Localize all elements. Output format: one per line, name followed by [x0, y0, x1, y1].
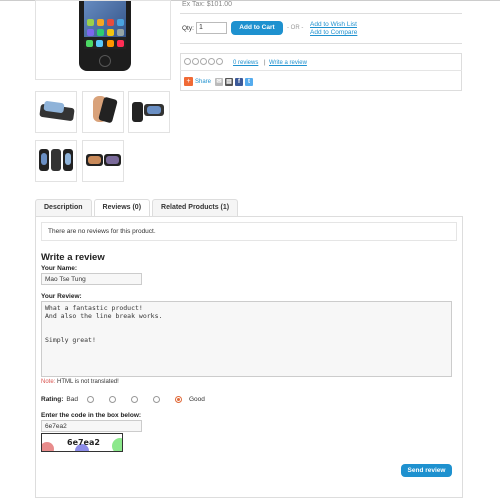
- thumbnail-4[interactable]: [35, 140, 77, 182]
- rating-radio-4[interactable]: [152, 396, 160, 403]
- rating-radio-5[interactable]: [174, 396, 182, 403]
- rating-radio-2[interactable]: [108, 396, 116, 403]
- reviews-count-link[interactable]: 0 reviews: [233, 60, 258, 66]
- write-review-heading: Write a review: [41, 252, 105, 263]
- rating-row: Rating: Bad Good: [41, 396, 205, 403]
- phone-image: [79, 1, 131, 71]
- tab-description[interactable]: Description: [35, 199, 92, 216]
- add-to-cart-button[interactable]: Add to Cart: [231, 21, 283, 35]
- add-to-compare-link[interactable]: Add to Compare: [310, 29, 357, 36]
- write-review-link[interactable]: Write a review: [269, 60, 307, 66]
- rating-radio-1[interactable]: [86, 396, 94, 403]
- captcha-text: 6e7ea2: [67, 438, 100, 447]
- your-name-label: Your Name:: [41, 265, 77, 272]
- send-review-button[interactable]: Send review: [401, 464, 452, 477]
- qty-label: Qty:: [182, 25, 194, 32]
- thumbnail-3[interactable]: [128, 91, 170, 133]
- rating-label: Rating:: [41, 396, 64, 403]
- qty-input[interactable]: 1: [196, 22, 227, 34]
- add-to-wish-list-link[interactable]: Add to Wish List: [310, 21, 357, 28]
- star-icon: [208, 58, 215, 65]
- share-plus-icon[interactable]: +: [184, 77, 193, 86]
- rating-radio-3[interactable]: [130, 396, 138, 403]
- divider: [180, 13, 462, 14]
- thumbnail-5[interactable]: [82, 140, 124, 182]
- name-input[interactable]: Mao Tse Tung: [41, 273, 142, 285]
- main-product-image[interactable]: [35, 0, 171, 80]
- html-note: Note: HTML is not translated!: [41, 379, 119, 385]
- divider: [180, 43, 462, 44]
- no-reviews-message: There are no reviews for this product.: [41, 222, 457, 241]
- link-separator: |: [264, 60, 266, 66]
- thumbnail-2[interactable]: [82, 91, 124, 133]
- captcha-image: 6e7ea2: [41, 433, 123, 452]
- note-text: HTML is not translated!: [55, 379, 119, 385]
- print-icon[interactable]: ▤: [225, 77, 234, 86]
- your-review-label: Your Review:: [41, 293, 82, 300]
- email-icon[interactable]: ✉: [215, 77, 224, 86]
- star-icon: [216, 58, 223, 65]
- thumbnail-1[interactable]: [35, 91, 77, 133]
- review-textarea[interactable]: What a fantastic product! And also the l…: [41, 301, 452, 377]
- star-rating: [184, 58, 223, 65]
- divider: [180, 70, 462, 71]
- star-icon: [200, 58, 207, 65]
- twitter-icon[interactable]: t: [245, 77, 254, 86]
- tab-reviews[interactable]: Reviews (0): [93, 199, 151, 217]
- rating-good-label: Good: [188, 396, 205, 403]
- product-tabs: Description Reviews (0) Related Products…: [35, 199, 240, 217]
- facebook-icon[interactable]: f: [235, 77, 244, 86]
- star-icon: [184, 58, 191, 65]
- star-icon: [192, 58, 199, 65]
- share-bar: + Share ✉ ▤ f t: [184, 77, 254, 86]
- ex-tax-price: Ex Tax: $101.00: [182, 1, 233, 8]
- captcha-input[interactable]: 6e7ea2: [41, 420, 142, 432]
- captcha-label: Enter the code in the box below:: [41, 412, 142, 419]
- share-label[interactable]: Share: [195, 79, 211, 85]
- note-prefix: Note:: [41, 379, 56, 385]
- tab-related-products[interactable]: Related Products (1): [152, 199, 239, 216]
- rating-bad-label: Bad: [66, 396, 78, 403]
- or-separator: - OR -: [287, 25, 304, 31]
